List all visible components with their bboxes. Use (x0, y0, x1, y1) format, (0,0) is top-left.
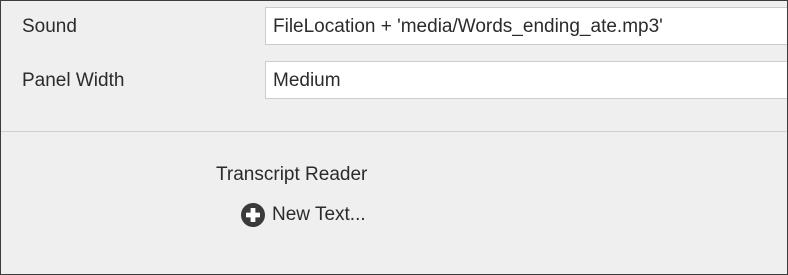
properties-panel: Sound FileLocation + 'media/Words_ending… (0, 0, 788, 275)
panel-width-label: Panel Width (22, 70, 125, 91)
plus-circle-icon (241, 203, 265, 227)
sound-field[interactable]: FileLocation + 'media/Words_ending_ate.m… (265, 7, 787, 45)
property-list: Sound FileLocation + 'media/Words_ending… (1, 1, 787, 132)
panel-width-field[interactable]: Medium (265, 61, 787, 99)
new-text-button[interactable]: New Text... (241, 202, 366, 228)
property-row-sound: Sound FileLocation + 'media/Words_ending… (1, 7, 787, 47)
new-text-label: New Text... (272, 204, 366, 225)
property-row-panel-width: Panel Width Medium (1, 61, 787, 101)
sound-label: Sound (22, 16, 77, 37)
transcript-reader-title: Transcript Reader (216, 164, 368, 185)
transcript-reader-section: Transcript Reader New Text... (1, 132, 787, 274)
